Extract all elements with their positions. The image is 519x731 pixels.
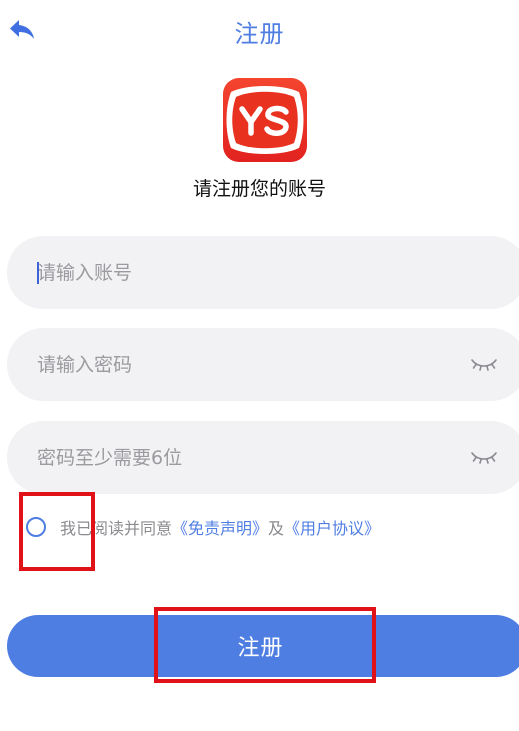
register-highlight-box (154, 607, 376, 683)
ys-logo-icon (226, 86, 304, 154)
confirm-password-field[interactable] (7, 421, 519, 494)
agreement-conjunction: 及 (268, 519, 285, 538)
page-title: 注册 (234, 20, 285, 48)
confirm-password-input[interactable] (37, 421, 457, 494)
agreement-text: 我已阅读并同意《免责声明》及《用户协议》 (60, 515, 380, 539)
eye-closed-icon (471, 452, 497, 464)
page-subtitle: 请注册您的账号 (192, 178, 326, 200)
password-field[interactable] (7, 328, 519, 401)
app-logo (223, 78, 307, 162)
register-page: 注册 请注册您的账号 请输入账号 我已阅读并同意《免责声明》及《用户协议》 注册 (0, 0, 519, 731)
account-field[interactable] (7, 236, 519, 309)
header: 注册 (0, 0, 519, 62)
eye-closed-icon (471, 359, 497, 371)
password-input[interactable] (37, 328, 457, 401)
confirm-visibility-toggle[interactable] (469, 443, 499, 473)
account-input[interactable] (37, 236, 457, 309)
disclaimer-link[interactable]: 《免责声明》 (172, 519, 268, 538)
agreement-highlight-box (19, 492, 95, 571)
terms-link[interactable]: 《用户协议》 (284, 519, 380, 538)
password-visibility-toggle[interactable] (469, 350, 499, 380)
text-caret (37, 262, 39, 284)
